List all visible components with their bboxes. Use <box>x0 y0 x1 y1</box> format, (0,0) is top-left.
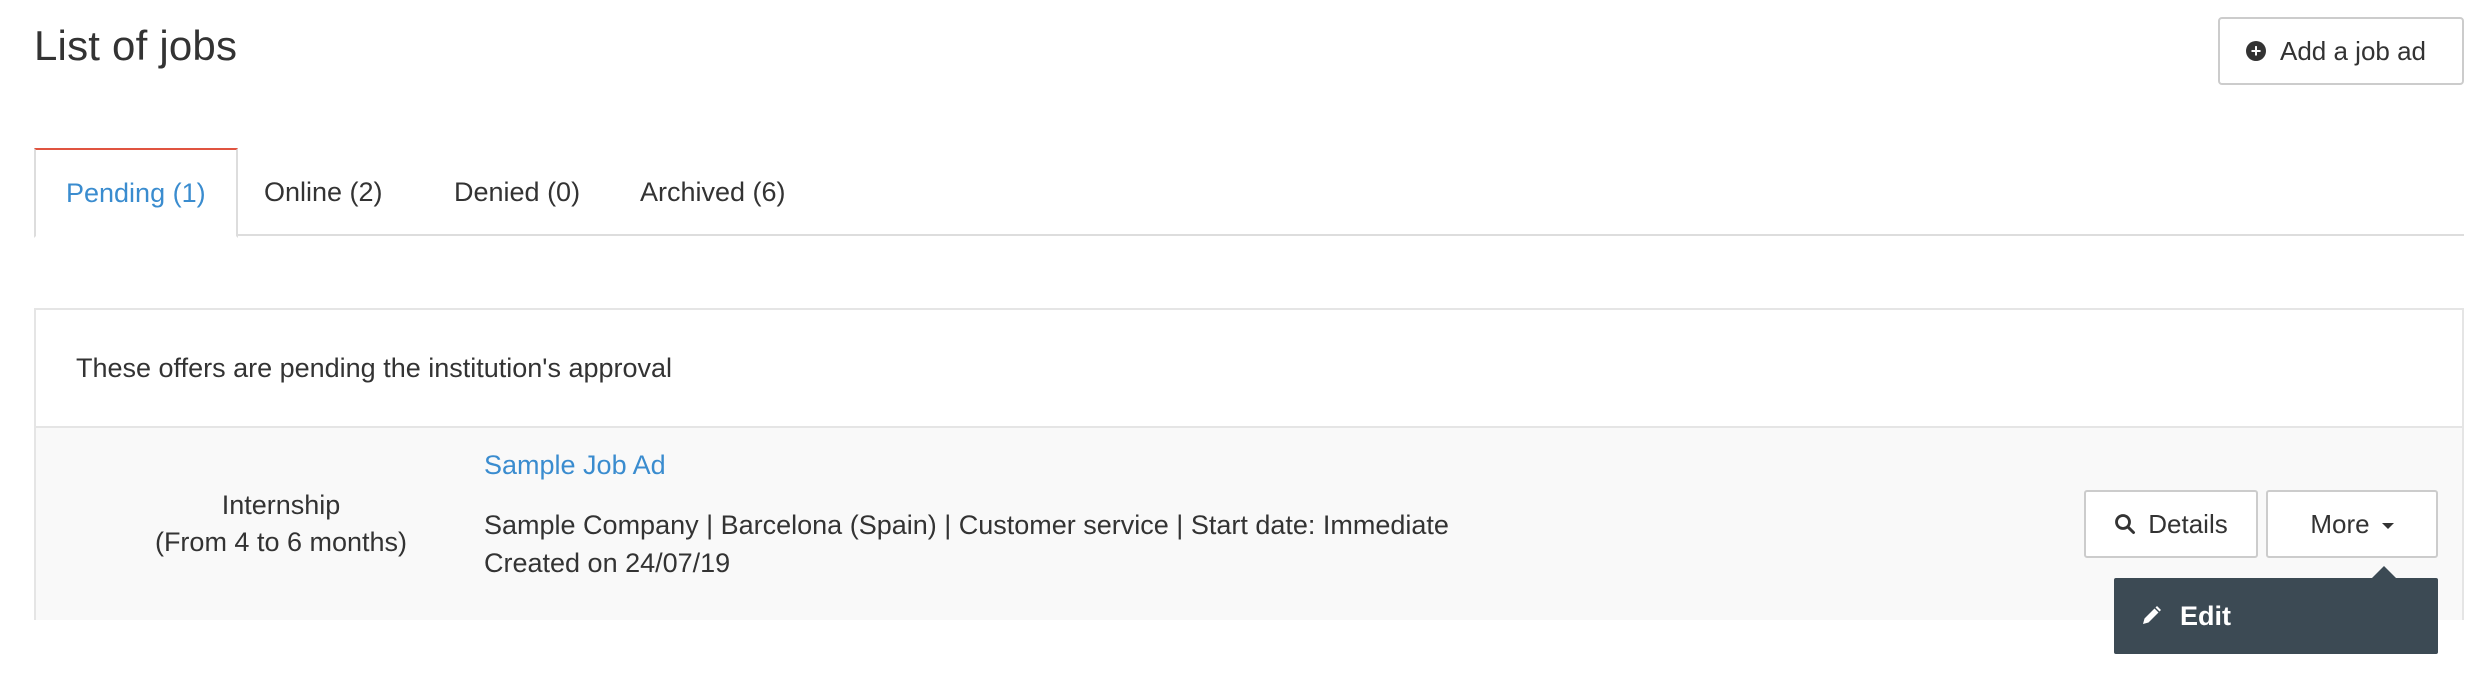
tab-pending[interactable]: Pending (1) <box>34 148 238 238</box>
tab-pending-label: Pending (1) <box>66 177 206 208</box>
job-details-line: Sample Company | Barcelona (Spain) | Cus… <box>484 510 1449 540</box>
job-status-tabs: Pending (1) Online (2) Denied (0) Archiv… <box>34 148 2464 238</box>
details-button-label: Details <box>2148 508 2228 539</box>
pencil-icon <box>2143 606 2161 624</box>
job-type: Internship (From 4 to 6 months) <box>96 428 466 620</box>
search-icon <box>2115 514 2136 534</box>
tab-online-label: Online (2) <box>264 176 383 207</box>
tab-denied-label: Denied (0) <box>454 176 581 207</box>
job-created-date: Created on 24/07/19 <box>484 548 731 578</box>
more-button[interactable]: More <box>2266 490 2438 558</box>
plus-circle-icon: + <box>2246 41 2266 61</box>
edit-menu-item[interactable]: Edit <box>2140 601 2231 632</box>
job-duration: (From 4 to 6 months) <box>154 527 408 557</box>
job-type-label: Internship <box>221 490 341 520</box>
job-title-link[interactable]: Sample Job Ad <box>484 450 666 481</box>
tab-denied[interactable]: Denied (0) <box>424 148 610 236</box>
add-job-ad-label: Add a job ad <box>2280 35 2427 66</box>
pending-jobs-panel: These offers are pending the institution… <box>34 308 2464 620</box>
job-meta: Sample Company | Barcelona (Spain) | Cus… <box>484 506 1449 582</box>
job-row: Internship (From 4 to 6 months) Sample J… <box>36 428 2462 620</box>
more-button-label: More <box>2310 508 2370 539</box>
add-job-ad-button[interactable]: + Add a job ad <box>2218 17 2464 85</box>
caret-down-icon <box>2381 523 2394 529</box>
details-button[interactable]: Details <box>2084 490 2258 558</box>
more-dropdown-menu: Edit <box>2114 566 2438 654</box>
page-title: List of jobs <box>34 22 238 69</box>
edit-menu-item-label: Edit <box>2180 600 2231 631</box>
job-list-page: List of jobs + Add a job ad Pending (1) … <box>0 0 2480 699</box>
tab-archived-label: Archived (6) <box>640 176 786 207</box>
tab-archived[interactable]: Archived (6) <box>610 148 816 236</box>
pending-notice: These offers are pending the institution… <box>36 310 2462 428</box>
tab-online[interactable]: Online (2) <box>234 148 413 236</box>
